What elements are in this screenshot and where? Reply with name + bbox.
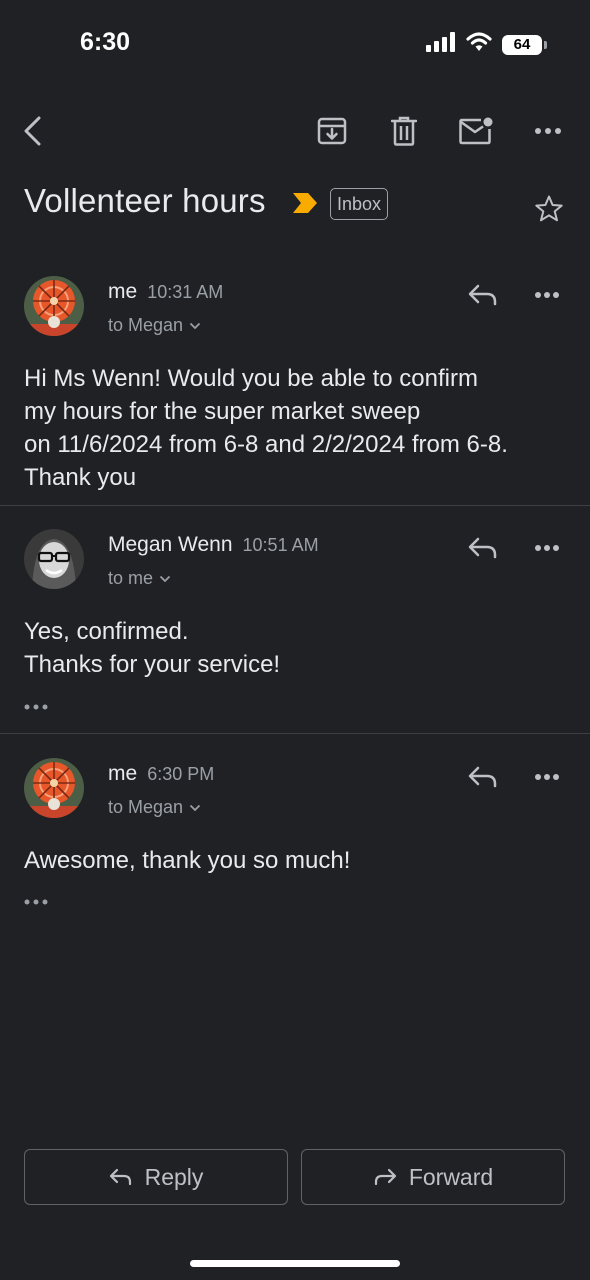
delete-icon — [391, 116, 417, 146]
body-line: Yes, confirmed. — [24, 618, 189, 645]
message-time: 6:30 PM — [147, 764, 215, 784]
message-more-button[interactable] — [520, 750, 574, 804]
sender-avatar — [24, 276, 84, 336]
recipient-details-toggle[interactable]: to me — [108, 568, 171, 589]
message-divider — [0, 505, 590, 506]
subject-row: Vollenteer hours Inbox — [24, 180, 570, 240]
email-toolbar — [0, 104, 590, 158]
reply-message-button[interactable] — [456, 750, 510, 804]
back-icon — [24, 116, 41, 146]
sender-name: me — [108, 280, 138, 303]
status-bar: 6:30 64 — [0, 0, 590, 88]
back-button[interactable] — [6, 104, 60, 158]
forward-button[interactable]: Forward — [301, 1149, 565, 1205]
message-body: Hi Ms Wenn! Would you be able to confirm… — [24, 362, 574, 494]
email-subject: Vollenteer hours — [24, 182, 266, 219]
more-icon — [535, 292, 559, 298]
sender-line: me 10:31 AM — [108, 280, 223, 304]
star-icon — [535, 195, 563, 222]
sender-name: me — [108, 762, 138, 785]
more-icon — [535, 774, 559, 780]
message-divider — [0, 733, 590, 734]
sender-avatar — [24, 758, 84, 818]
recipient-text: to me — [108, 568, 154, 588]
body-line: Hi Ms Wenn! Would you be able to confirm — [24, 365, 478, 392]
inbox-label-chip[interactable]: Inbox — [330, 188, 389, 220]
body-line: Thanks for your service! — [24, 651, 281, 678]
message-time: 10:31 AM — [147, 282, 224, 302]
status-icons: 64 — [426, 32, 547, 57]
more-options-button[interactable] — [521, 104, 575, 158]
ellipsis-icon — [24, 704, 48, 710]
chevron-down-icon — [189, 804, 201, 811]
reply-message-button[interactable] — [456, 521, 510, 575]
home-indicator[interactable] — [190, 1260, 400, 1267]
mark-unread-button[interactable] — [449, 104, 503, 158]
delete-button[interactable] — [377, 104, 431, 158]
recipient-text: to Megan — [108, 797, 184, 817]
message-more-button[interactable] — [520, 521, 574, 575]
reply-icon — [468, 766, 497, 788]
body-line: Thank you — [24, 464, 137, 491]
forward-label: Forward — [408, 1163, 494, 1190]
important-marker-icon[interactable] — [292, 192, 318, 219]
recipient-details-toggle[interactable]: to Megan — [108, 315, 201, 336]
reply-label: Reply — [144, 1163, 204, 1190]
cellular-signal-icon — [426, 32, 456, 57]
reply-icon — [468, 537, 497, 559]
reply-message-button[interactable] — [456, 268, 510, 322]
battery-indicator: 64 — [502, 34, 547, 55]
sender-line: Megan Wenn 10:51 AM — [108, 533, 319, 557]
show-trimmed-content-button[interactable] — [24, 893, 56, 911]
archive-icon — [317, 117, 347, 145]
chevron-down-icon — [159, 575, 171, 582]
sender-avatar — [24, 529, 84, 589]
recipient-details-toggle[interactable]: to Megan — [108, 797, 201, 818]
archive-button[interactable] — [305, 104, 359, 158]
body-line: my hours for the super market sweep — [24, 398, 421, 425]
reply-button[interactable]: Reply — [24, 1149, 288, 1205]
body-line: Awesome, thank you so much! — [24, 847, 351, 874]
ellipsis-icon — [24, 899, 48, 905]
forward-icon — [374, 1168, 396, 1186]
more-icon — [535, 128, 561, 134]
reply-icon — [468, 284, 497, 306]
show-trimmed-content-button[interactable] — [24, 698, 56, 716]
message-body: Yes, confirmed. Thanks for your service! — [24, 615, 574, 681]
wifi-icon — [466, 32, 492, 57]
chevron-down-icon — [189, 322, 201, 329]
sender-name: Megan Wenn — [108, 533, 233, 556]
sender-line: me 6:30 PM — [108, 762, 214, 786]
recipient-text: to Megan — [108, 315, 184, 335]
body-line: on 11/6/2024 from 6-8 and 2/2/2024 from … — [24, 431, 508, 458]
message-more-button[interactable] — [520, 268, 574, 322]
message-body: Awesome, thank you so much! — [24, 844, 574, 877]
mark-unread-icon — [459, 117, 493, 145]
reply-icon — [109, 1168, 131, 1186]
star-button[interactable] — [534, 194, 564, 229]
status-time: 6:30 — [80, 28, 131, 56]
message-time: 10:51 AM — [242, 535, 319, 555]
more-icon — [535, 545, 559, 551]
